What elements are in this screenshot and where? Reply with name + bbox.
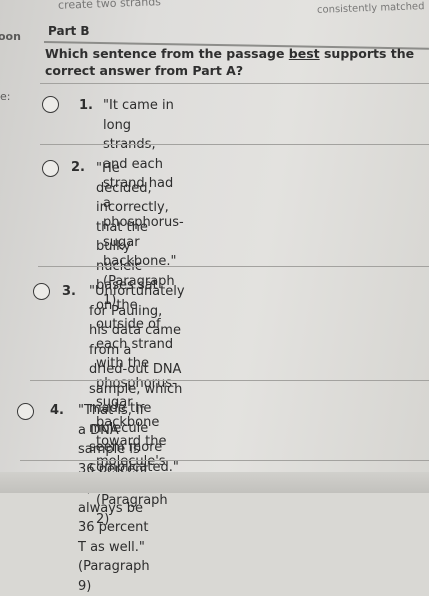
background-text-fragment: oon [0, 30, 21, 43]
radio-button-3[interactable] [33, 283, 50, 300]
background-text-fragment: create two strands [58, 0, 161, 12]
question-prompt: Which sentence from the passage best sup… [45, 45, 425, 79]
radio-button-2[interactable] [42, 160, 59, 177]
option-line: "Unfortunately for Pauling, his data cam… [89, 282, 185, 360]
worksheet-page: create two strands consistently matched … [0, 0, 429, 493]
background-text-fragment: consistently matched [317, 1, 425, 16]
radio-button-1[interactable] [42, 96, 59, 113]
divider [30, 380, 429, 381]
background-text-fragment: e: [0, 90, 10, 103]
option-number: 1. [79, 98, 93, 113]
option-number: 2. [71, 160, 85, 175]
divider [38, 266, 429, 267]
radio-button-4[interactable] [17, 403, 34, 420]
option-number: 4. [50, 403, 64, 418]
option-number: 3. [62, 284, 76, 299]
page-edge-shadow [0, 472, 429, 493]
option-line: always be 36 percent T as well." (Paragr… [78, 499, 150, 596]
divider [40, 144, 429, 145]
divider [40, 83, 429, 84]
part-label: Part B [48, 24, 90, 38]
question-emphasis: best [289, 46, 320, 61]
option-line: "He decided, incorrectly, that the bulky… [96, 159, 177, 276]
divider [20, 460, 429, 461]
question-text-start: Which sentence from the passage [45, 46, 289, 61]
option-text: "That is, if a DNA sample is 36 percent … [78, 401, 150, 596]
